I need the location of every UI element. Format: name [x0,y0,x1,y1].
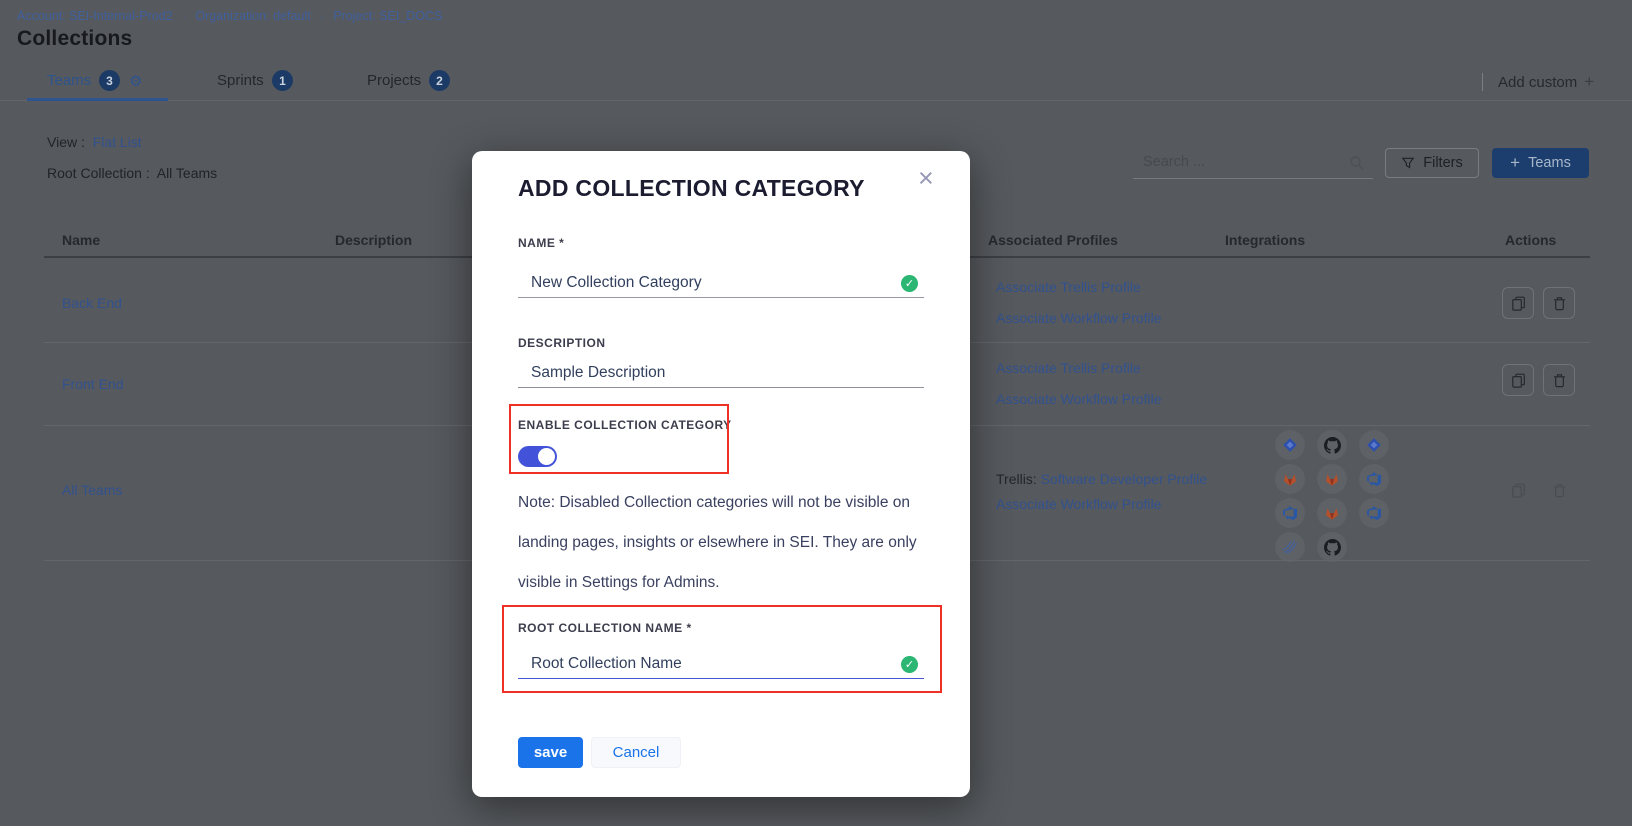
add-teams-button[interactable]: + Teams [1492,148,1589,178]
copy-button[interactable] [1502,364,1534,396]
trash-icon [1552,373,1567,388]
description-field [518,358,924,388]
note-line: visible in Settings for Admins. [518,574,720,592]
name-field-label: NAME * [518,236,564,250]
view-label: View : [47,134,85,150]
plus-icon: + [1584,72,1594,92]
root-collection-value: All Teams [157,165,217,181]
projects-count-badge: 2 [429,70,450,91]
tab-bar: Teams 3 ⚙ Sprints 1 Projects 2 Add custo… [0,64,1632,101]
add-custom-button[interactable]: Add custom + [1498,72,1594,92]
plus-icon: + [1510,153,1520,173]
enable-toggle[interactable] [518,446,557,467]
root-field: ✓ [518,649,924,679]
delete-button-disabled [1543,474,1575,506]
note-line: Note: Disabled Collection categories wil… [518,494,910,512]
filters-label: Filters [1423,155,1462,171]
trellis-profile-cell: Trellis: Software Developer Profile [996,471,1207,487]
jira-icon [1275,430,1305,460]
enable-field-label: ENABLE COLLECTION CATEGORY [518,418,732,432]
copy-icon [1511,483,1526,498]
cancel-button[interactable]: Cancel [591,737,681,768]
column-header-actions: Actions [1505,232,1556,248]
valid-check-icon: ✓ [901,275,918,292]
valid-check-icon: ✓ [901,656,918,673]
breadcrumb-account-link[interactable]: Account: SEI-Internal-Prod2 [17,9,173,23]
teams-count-badge: 3 [99,70,120,91]
associate-workflow-link[interactable]: Associate Workflow Profile [996,391,1161,407]
name-input[interactable] [518,268,924,297]
root-field-label: ROOT COLLECTION NAME * [518,621,692,635]
tab-projects[interactable]: Projects [367,72,421,89]
row-name-link[interactable]: Back End [62,295,122,311]
filters-button[interactable]: Filters [1385,148,1479,178]
tab-sprints[interactable]: Sprints [217,72,264,89]
close-icon[interactable]: × [918,165,934,192]
chevron-right-icon: › [182,10,187,22]
github-icon [1317,532,1347,562]
copy-icon [1511,296,1526,311]
associate-workflow-link[interactable]: Associate Workflow Profile [996,310,1161,326]
delete-button[interactable] [1543,287,1575,319]
toggle-knob [538,448,555,465]
trellis-profile-link[interactable]: Software Developer Profile [1041,471,1208,487]
column-header-profiles: Associated Profiles [988,232,1118,248]
add-collection-category-modal: ADD COLLECTION CATEGORY × NAME * ✓ DESCR… [472,151,970,797]
associate-workflow-link[interactable]: Associate Workflow Profile [996,496,1161,512]
search-field [1133,148,1373,179]
search-icon [1349,155,1365,171]
associate-trellis-link[interactable]: Associate Trellis Profile [996,279,1141,295]
azure-devops-icon [1359,498,1389,528]
gear-icon[interactable]: ⚙ [129,72,142,90]
jira-icon [1359,430,1389,460]
description-input[interactable] [518,358,924,387]
breadcrumb-project-link[interactable]: Project: SEI_DOCS [333,9,442,23]
gitlab-icon [1275,464,1305,494]
modal-title: ADD COLLECTION CATEGORY [518,175,865,202]
note-line: landing pages, insights or elsewhere in … [518,534,917,552]
associate-trellis-link[interactable]: Associate Trellis Profile [996,360,1141,376]
root-collection-label: Root Collection : [47,165,150,181]
chevron-right-icon: › [320,10,325,22]
save-button[interactable]: save [518,737,583,768]
azure-devops-icon [1359,464,1389,494]
breadcrumb: Account: SEI-Internal-Prod2 › Organizati… [17,9,442,23]
add-custom-label: Add custom [1498,74,1577,91]
view-flat-list-link[interactable]: Flat List [93,134,142,150]
copy-button[interactable] [1502,287,1534,319]
trash-icon [1552,483,1567,498]
delete-button[interactable] [1543,364,1575,396]
row-name-link[interactable]: All Teams [62,482,122,498]
trellis-prefix: Trellis: [996,471,1041,487]
column-header-integrations: Integrations [1225,232,1305,248]
description-field-label: DESCRIPTION [518,336,606,350]
integrations-grid [1275,430,1389,562]
column-header-description: Description [335,232,412,248]
sprints-count-badge: 1 [272,70,293,91]
gitlab-icon [1317,464,1347,494]
column-header-name: Name [62,232,100,248]
row-name-link[interactable]: Front End [62,376,123,392]
divider [1482,73,1483,91]
active-tab-underline [27,98,168,101]
view-row: View : Flat List [47,134,142,150]
azure-devops-icon [1275,498,1305,528]
copy-button-disabled [1502,474,1534,506]
breadcrumb-organization-link[interactable]: Organization: default [195,9,310,23]
funnel-icon [1401,156,1415,170]
tab-teams[interactable]: Teams [47,72,91,89]
root-collection-row: Root Collection : All Teams [47,165,217,181]
search-input[interactable] [1133,148,1338,176]
root-collection-input[interactable] [518,649,924,678]
page-title: Collections [17,27,132,51]
trash-icon [1552,296,1567,311]
add-teams-label: Teams [1528,155,1571,171]
copy-icon [1511,373,1526,388]
swoosh-icon [1275,532,1305,562]
name-field: ✓ [518,268,924,298]
gitlab-icon [1317,498,1347,528]
github-icon [1317,430,1347,460]
